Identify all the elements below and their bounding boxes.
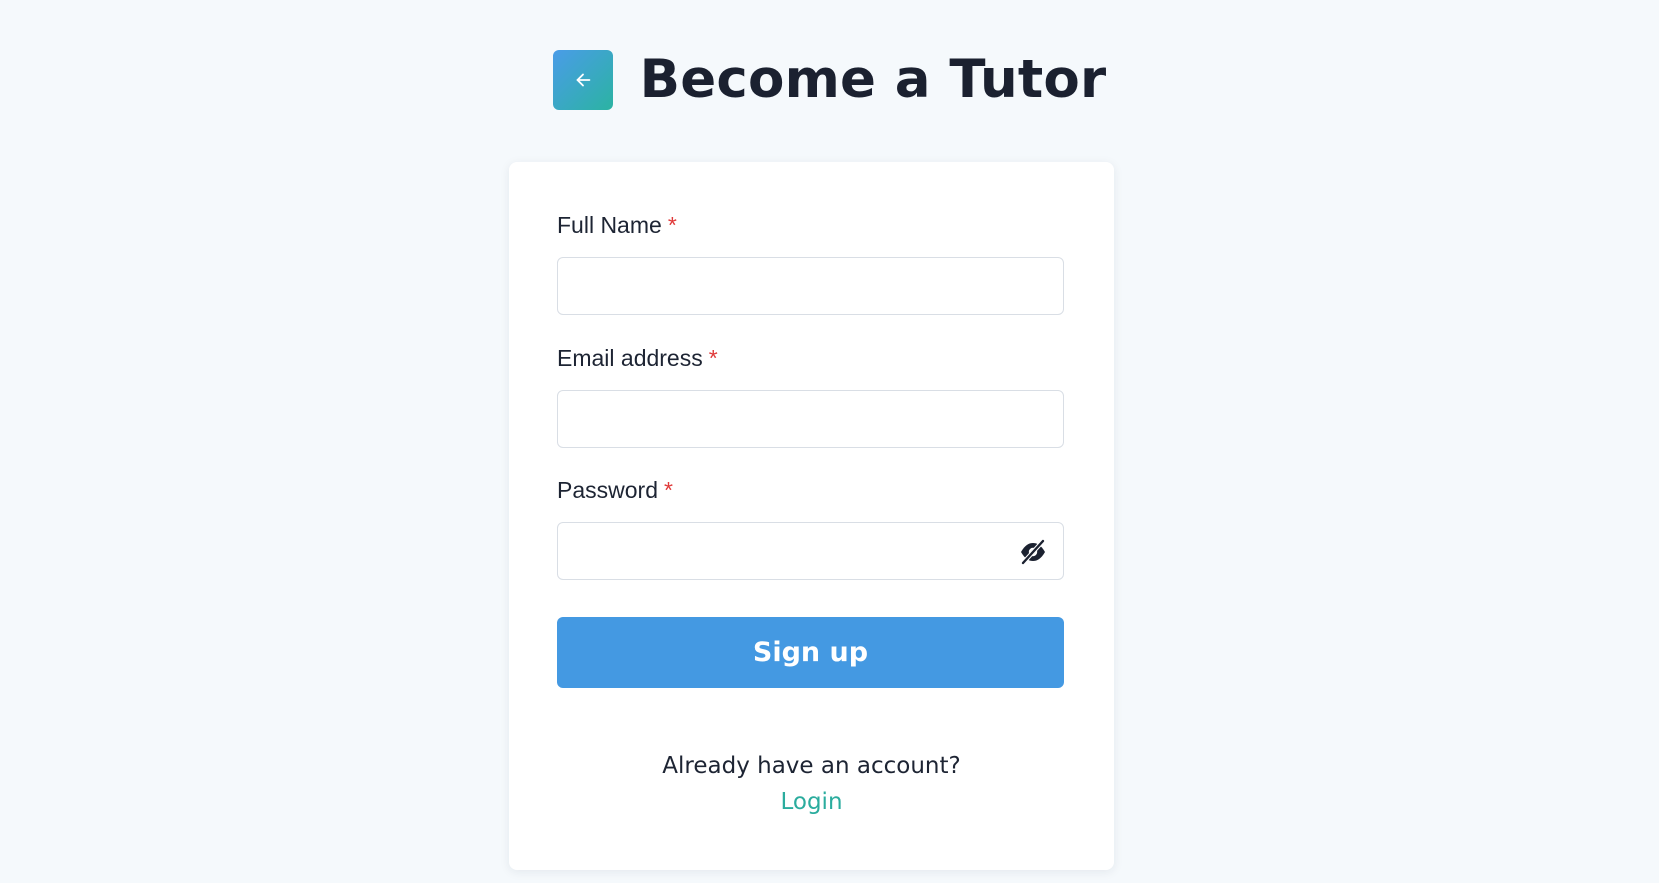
password-label-text: Password [557, 477, 658, 503]
page-title: Become a Tutor [639, 49, 1107, 110]
email-input[interactable] [558, 391, 1063, 447]
required-mark: * [663, 477, 673, 503]
password-label: Password * [557, 476, 673, 504]
email-label: Email address * [557, 344, 718, 372]
signup-card: Full Name * Email address * Password * Sign… [509, 162, 1114, 870]
password-field-container [557, 522, 1064, 580]
full-name-label-text: Full Name [557, 212, 662, 238]
full-name-input[interactable] [558, 258, 1063, 314]
email-label-text: Email address [557, 345, 703, 371]
already-have-account-text: Already have an account? [662, 753, 961, 779]
email-field-container [557, 390, 1064, 448]
arrow-left-icon [576, 73, 590, 87]
required-mark: * [708, 345, 718, 371]
required-mark: * [667, 212, 677, 238]
eye-slash-icon[interactable] [1019, 539, 1047, 565]
login-link[interactable]: Login [509, 789, 1114, 815]
full-name-label: Full Name * [557, 211, 677, 239]
back-button[interactable] [552, 50, 613, 110]
password-input[interactable] [558, 523, 1063, 579]
full-name-field-container [557, 257, 1064, 315]
page-header: Become a Tutor [0, 50, 1659, 110]
sign-up-button[interactable]: Sign up [557, 617, 1064, 688]
